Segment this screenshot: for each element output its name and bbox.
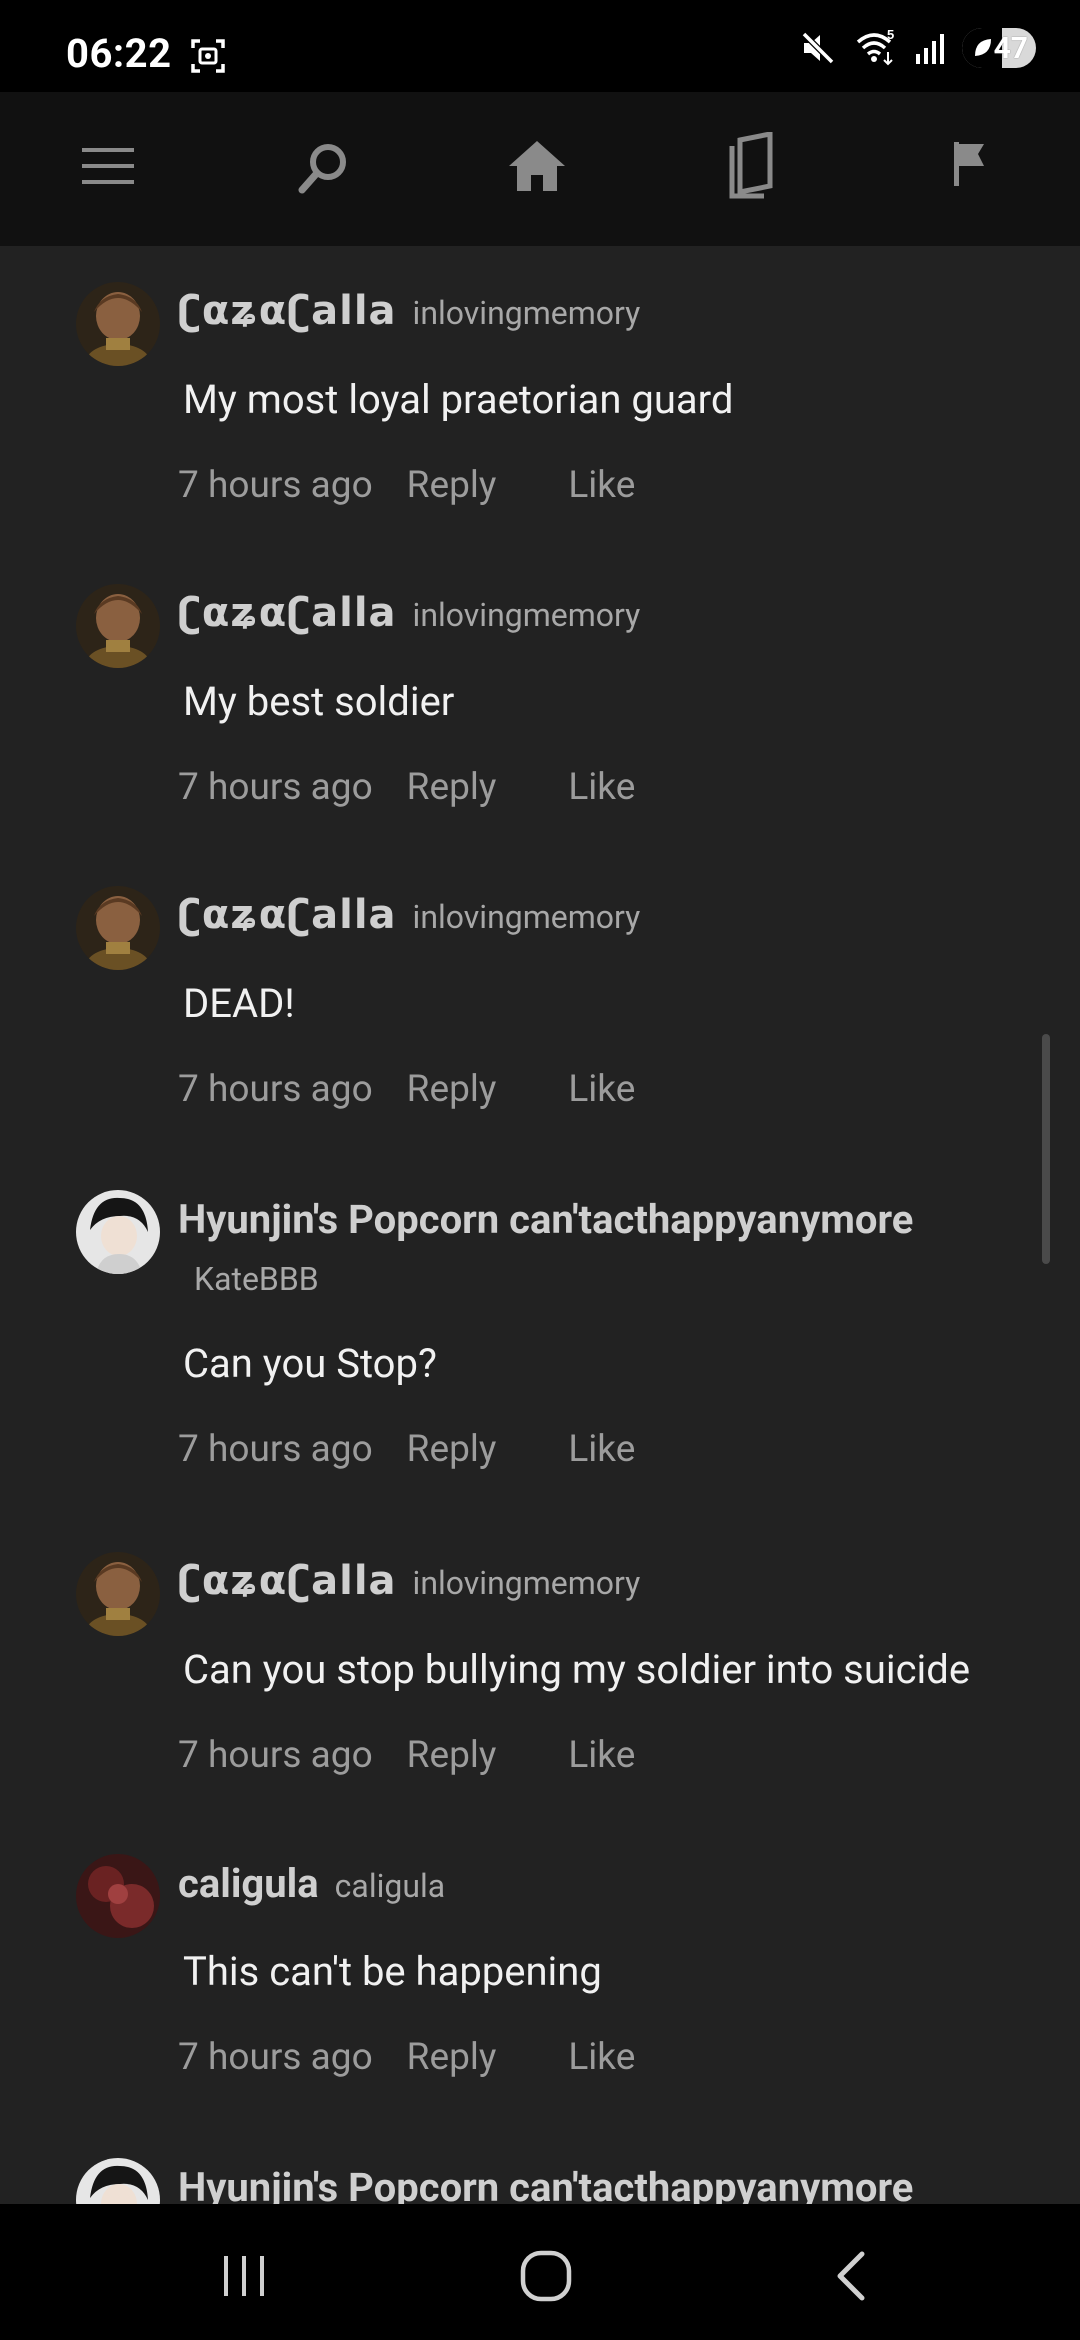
wifi-icon: 5 [856,28,894,66]
author-name[interactable]: Hyunjin's Popcorn can'tacthappyanymore [178,1196,913,1243]
comment-meta: 7 hours ago Reply Like [178,2036,635,2079]
reply-button[interactable]: Reply [407,1068,497,1111]
author-name[interactable]: ʗαʑαʗalla [178,1558,397,1604]
comment-meta: 7 hours ago Reply Like [178,1068,635,1111]
comment-text: Can you Stop? [183,1340,437,1387]
menu-icon[interactable] [80,144,136,188]
author-handle[interactable]: caligula [335,1867,446,1905]
comments-list: ʗαʑαʗalla inlovingmemory My most loyal pr… [0,246,1080,2204]
scrollbar[interactable] [1042,1034,1050,1264]
comment-time: 7 hours ago [178,1068,373,1111]
status-time: 06:22 [66,30,172,77]
author-name[interactable]: ʗαʑαʗalla [178,288,397,334]
reply-button[interactable]: Reply [407,2036,497,2079]
top-navigation [0,92,1080,246]
author-name[interactable]: ʗαʑαʗalla [178,590,397,636]
avatar[interactable] [76,1190,160,1274]
author-handle[interactable]: inlovingmemory [413,294,641,332]
comment-time: 7 hours ago [178,1428,373,1471]
author-handle[interactable]: KateBBB [194,1260,319,1298]
like-button[interactable]: Like [568,464,635,507]
comment-time: 7 hours ago [178,766,373,809]
comment-time: 7 hours ago [178,2036,373,2079]
comment-author[interactable]: Hyunjin's Popcorn can'tacthappyanymore [178,1196,913,1243]
comment-meta: 7 hours ago Reply Like [178,766,635,809]
comment-text: My best soldier [183,678,455,725]
reply-button[interactable]: Reply [407,766,497,809]
screenshot-icon [191,39,225,73]
signal-icon [916,34,944,64]
like-button[interactable]: Like [568,1068,635,1111]
author-handle[interactable]: inlovingmemory [413,898,641,936]
comment-author[interactable]: Hyunjin's Popcorn can'tacthappyanymore [178,2164,913,2204]
author-name[interactable]: caligula [178,1860,319,1907]
author-name[interactable]: ʗαʑαʗalla [178,892,397,938]
mute-icon [801,31,835,65]
author-name[interactable]: Hyunjin's Popcorn can'tacthappyanymore [178,2164,913,2204]
author-handle[interactable]: inlovingmemory [413,1564,641,1602]
comment-author[interactable]: ʗαʑαʗalla inlovingmemory [178,590,640,636]
like-button[interactable]: Like [568,1734,635,1777]
recents-icon[interactable] [220,2254,268,2298]
comment-author[interactable]: ʗαʑαʗalla inlovingmemory [178,1558,640,1604]
author-handle[interactable]: inlovingmemory [413,596,641,634]
svg-text:5: 5 [887,28,894,42]
avatar[interactable] [76,1854,160,1938]
back-icon[interactable] [832,2250,868,2302]
comment-author[interactable]: ʗαʑαʗalla inlovingmemory [178,288,640,334]
avatar[interactable] [76,1552,160,1636]
reply-button[interactable]: Reply [407,464,497,507]
battery-icon: 47 [962,28,1036,68]
comment-text: Can you stop bullying my soldier into su… [183,1646,971,1693]
battery-level: 47 [993,30,1028,66]
avatar[interactable] [76,282,160,366]
comment-author[interactable]: caligula caligula [178,1860,445,1907]
comment-meta: 7 hours ago Reply Like [178,1734,635,1777]
search-icon[interactable] [296,140,352,196]
avatar[interactable] [76,584,160,668]
home-button-icon[interactable] [520,2250,572,2302]
comment-meta: 7 hours ago Reply Like [178,464,635,507]
reply-button[interactable]: Reply [407,1428,497,1471]
home-icon[interactable] [506,138,568,194]
avatar[interactable] [76,2158,160,2204]
flag-icon[interactable] [950,140,990,190]
like-button[interactable]: Like [568,2036,635,2079]
like-button[interactable]: Like [568,1428,635,1471]
comment-text: My most loyal praetorian guard [183,376,734,423]
system-navigation-bar [0,2204,1080,2340]
comment-time: 7 hours ago [178,1734,373,1777]
library-icon[interactable] [724,132,782,200]
comment-time: 7 hours ago [178,464,373,507]
status-bar: 06:22 5 47 [0,0,1080,92]
like-button[interactable]: Like [568,766,635,809]
comment-meta: 7 hours ago Reply Like [178,1428,635,1471]
comment-text: DEAD! [183,980,295,1027]
comment-author[interactable]: ʗαʑαʗalla inlovingmemory [178,892,640,938]
reply-button[interactable]: Reply [407,1734,497,1777]
avatar[interactable] [76,886,160,970]
comment-text: This can't be happening [183,1948,602,1995]
